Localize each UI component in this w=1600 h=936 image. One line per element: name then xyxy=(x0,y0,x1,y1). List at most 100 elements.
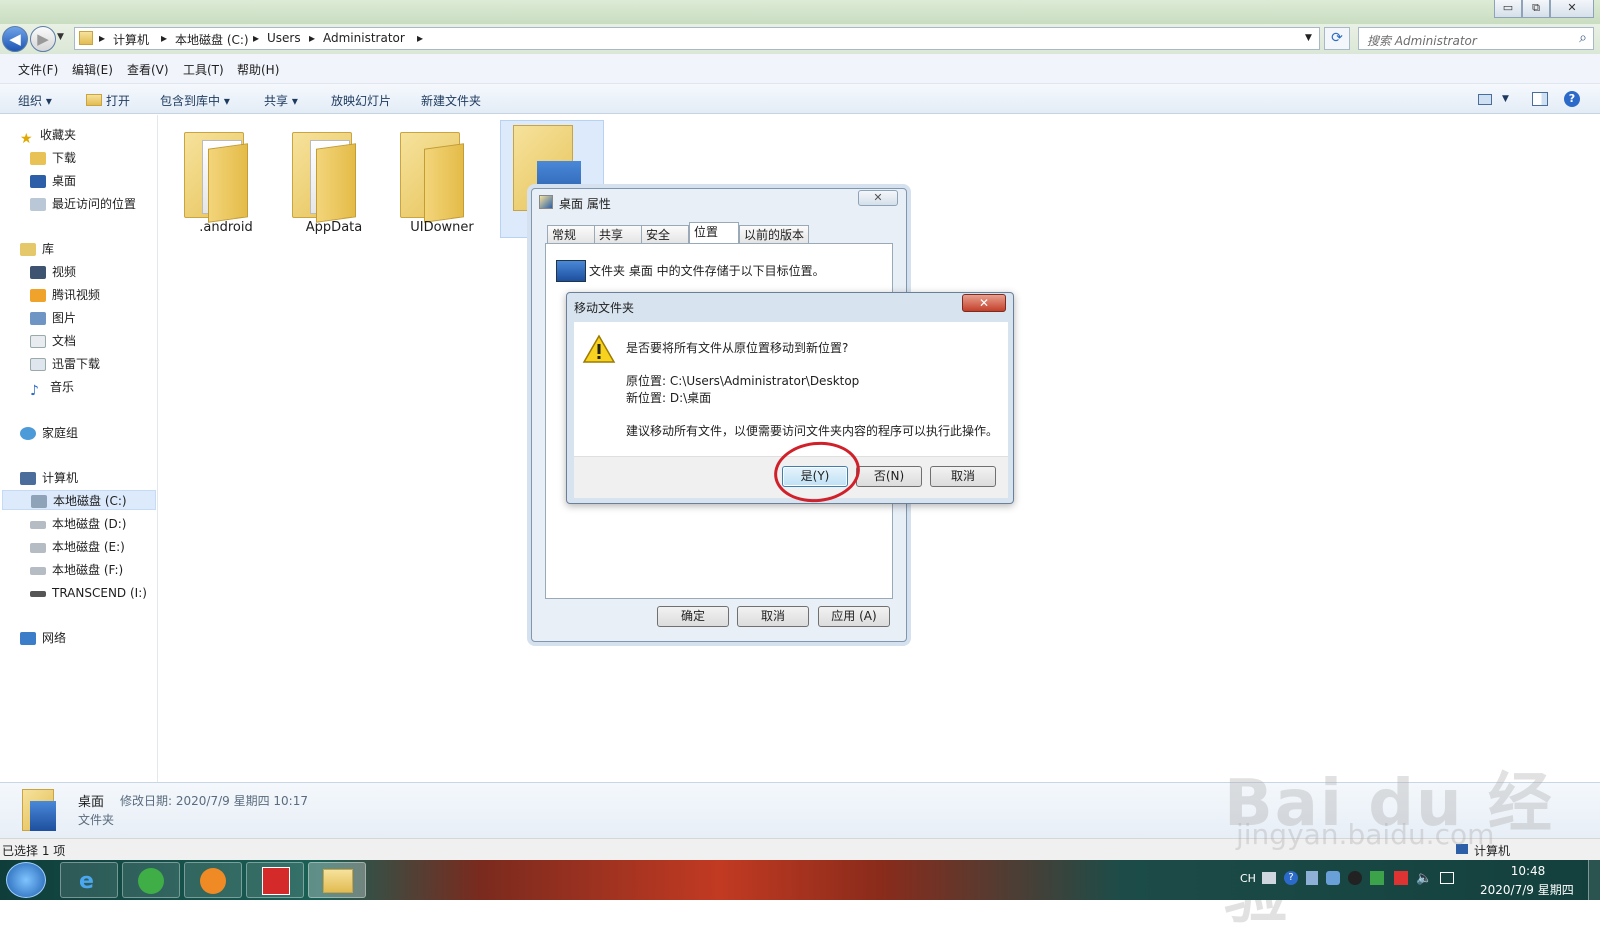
properties-description: 文件夹 桌面 中的文件存储于以下目标位置。 xyxy=(589,264,825,278)
nav-homegroup-label: 家庭组 xyxy=(42,426,79,440)
display-icon[interactable] xyxy=(1440,872,1454,884)
menu-file[interactable]: 文件(F) xyxy=(18,61,58,78)
explorer-taskbar-button[interactable] xyxy=(308,862,366,898)
nav-recent-places[interactable]: 最近访问的位置 xyxy=(30,194,136,214)
action-center-icon[interactable] xyxy=(1394,871,1408,885)
breadcrumb-drive-c[interactable]: 本地磁盘 (C:) xyxy=(175,31,249,48)
clock-time[interactable]: 10:48 xyxy=(1500,864,1556,878)
nav-xunlei-downloads[interactable]: 迅雷下载 xyxy=(30,354,100,374)
folder-item[interactable]: AppData xyxy=(284,122,384,242)
browser-taskbar-button[interactable] xyxy=(122,862,180,898)
move-cancel-button[interactable]: 取消 xyxy=(930,466,996,487)
properties-close-button[interactable]: ✕ xyxy=(858,190,898,206)
search-input[interactable]: 搜索 Administrator ⌕ xyxy=(1358,27,1594,50)
tab-sharing[interactable]: 共享 xyxy=(594,225,642,244)
ok-button[interactable]: 确定 xyxy=(657,606,729,627)
details-modified: 修改日期: 2020/7/9 星期四 10:17 xyxy=(120,794,308,808)
nav-drive-f[interactable]: 本地磁盘 (F:) xyxy=(30,560,123,580)
tab-general[interactable]: 常规 xyxy=(547,225,595,244)
help-tray-icon[interactable]: ? xyxy=(1284,871,1298,885)
nav-drive-i[interactable]: TRANSCEND (I:) xyxy=(30,583,147,603)
view-dropdown-icon[interactable]: ▼ xyxy=(1502,94,1509,104)
minimize-button[interactable]: ▭ xyxy=(1494,0,1522,18)
view-options-icon[interactable] xyxy=(1478,94,1492,105)
folder-item[interactable]: .android xyxy=(176,122,276,242)
properties-cancel-button[interactable]: 取消 xyxy=(737,606,809,627)
nav-desktop[interactable]: 桌面 xyxy=(30,171,76,191)
nav-network[interactable]: 网络 xyxy=(20,628,66,648)
tab-previous-versions[interactable]: 以前的版本 xyxy=(739,225,809,244)
drive-c-icon xyxy=(31,495,47,508)
nav-network-label: 网络 xyxy=(42,631,67,645)
nav-favorites[interactable]: ★ 收藏夹 xyxy=(20,125,77,147)
folder-label: .android xyxy=(199,220,253,235)
breadcrumb-administrator[interactable]: Administrator xyxy=(323,31,405,45)
share-button[interactable]: 共享 ▾ xyxy=(264,92,298,109)
browser-icon xyxy=(138,868,164,894)
nav-drive-c[interactable]: 本地磁盘 (C:) xyxy=(2,490,156,510)
apply-button[interactable]: 应用 (A) xyxy=(818,606,890,627)
nav-documents[interactable]: 文档 xyxy=(30,331,76,351)
organize-button[interactable]: 组织 ▾ xyxy=(18,92,52,109)
tab-security[interactable]: 安全 xyxy=(641,225,689,244)
restore-button[interactable]: ⧉ xyxy=(1522,0,1550,18)
tab-location[interactable]: 位置 xyxy=(689,222,739,244)
nav-computer[interactable]: 计算机 xyxy=(20,468,78,488)
clock-date[interactable]: 2020/7/9 星期四 xyxy=(1480,881,1574,898)
properties-title-icon xyxy=(539,195,553,209)
tray-app-icon[interactable] xyxy=(1306,871,1318,885)
menu-tools[interactable]: 工具(T) xyxy=(183,61,224,78)
security-icon[interactable] xyxy=(1370,871,1384,885)
drive-d-icon xyxy=(30,520,46,529)
refresh-icon[interactable]: ⟳ xyxy=(1324,27,1350,50)
network-users-icon[interactable] xyxy=(1326,871,1340,885)
input-language[interactable]: CH xyxy=(1240,872,1256,885)
breadcrumb-users[interactable]: Users xyxy=(267,31,301,45)
nav-recent-places-label: 最近访问的位置 xyxy=(52,197,137,211)
nav-favorites-label: 收藏夹 xyxy=(40,128,77,142)
slideshow-button[interactable]: 放映幻灯片 xyxy=(331,92,391,109)
ie-taskbar-button[interactable]: e xyxy=(60,862,118,898)
address-bar[interactable]: ▸ 计算机 ▸ 本地磁盘 (C:) ▸ Users ▸ Administrato… xyxy=(74,27,1320,50)
office-taskbar-button[interactable] xyxy=(246,862,304,898)
help-icon[interactable]: ? xyxy=(1564,91,1580,107)
nav-videos[interactable]: 视频 xyxy=(30,262,76,282)
folder-icon xyxy=(184,126,254,223)
nav-tencent-video[interactable]: 腾讯视频 xyxy=(30,285,100,305)
folder-item[interactable]: UIDowner xyxy=(392,122,492,242)
start-button[interactable] xyxy=(6,862,46,898)
folder-icon xyxy=(292,126,362,223)
nav-pictures[interactable]: 图片 xyxy=(30,308,76,328)
recent-pages-dropdown-icon[interactable]: ▼ xyxy=(57,32,64,42)
volume-icon[interactable]: 🔈 xyxy=(1416,871,1432,886)
show-desktop-button[interactable] xyxy=(1588,860,1600,900)
breadcrumb-computer[interactable]: 计算机 xyxy=(113,31,149,48)
no-button[interactable]: 否(N) xyxy=(856,466,922,487)
nav-homegroup[interactable]: 家庭组 xyxy=(20,423,78,443)
nav-computer-label: 计算机 xyxy=(42,471,79,485)
keyboard-icon[interactable] xyxy=(1262,872,1276,884)
menu-edit[interactable]: 编辑(E) xyxy=(72,61,113,78)
back-button[interactable]: ◀ xyxy=(2,26,28,52)
nav-drive-d[interactable]: 本地磁盘 (D:) xyxy=(30,514,126,534)
open-button[interactable]: 打开 xyxy=(106,92,130,109)
nav-music[interactable]: ♪ 音乐 xyxy=(30,377,74,399)
search-icon[interactable]: ⌕ xyxy=(1579,30,1587,46)
nav-drive-e[interactable]: 本地磁盘 (E:) xyxy=(30,537,125,557)
qq-icon[interactable] xyxy=(1348,871,1362,885)
menu-view[interactable]: 查看(V) xyxy=(127,61,169,78)
menu-help[interactable]: 帮助(H) xyxy=(237,61,279,78)
tencent-video-icon xyxy=(30,289,46,302)
app-taskbar-button[interactable] xyxy=(184,862,242,898)
nav-downloads[interactable]: 下载 xyxy=(30,148,76,168)
new-folder-button[interactable]: 新建文件夹 xyxy=(421,92,481,109)
nav-drive-f-label: 本地磁盘 (F:) xyxy=(52,563,124,577)
nav-libraries[interactable]: 库 xyxy=(20,239,54,259)
close-button[interactable]: ✕ xyxy=(1550,0,1594,18)
nav-videos-label: 视频 xyxy=(52,265,77,279)
move-dialog-close-button[interactable]: ✕ xyxy=(962,294,1006,312)
forward-button[interactable]: ▶ xyxy=(30,26,56,52)
preview-pane-icon[interactable] xyxy=(1532,92,1548,106)
address-dropdown-icon[interactable]: ▼ xyxy=(1305,33,1312,43)
include-in-library-button[interactable]: 包含到库中 ▾ xyxy=(160,92,230,109)
